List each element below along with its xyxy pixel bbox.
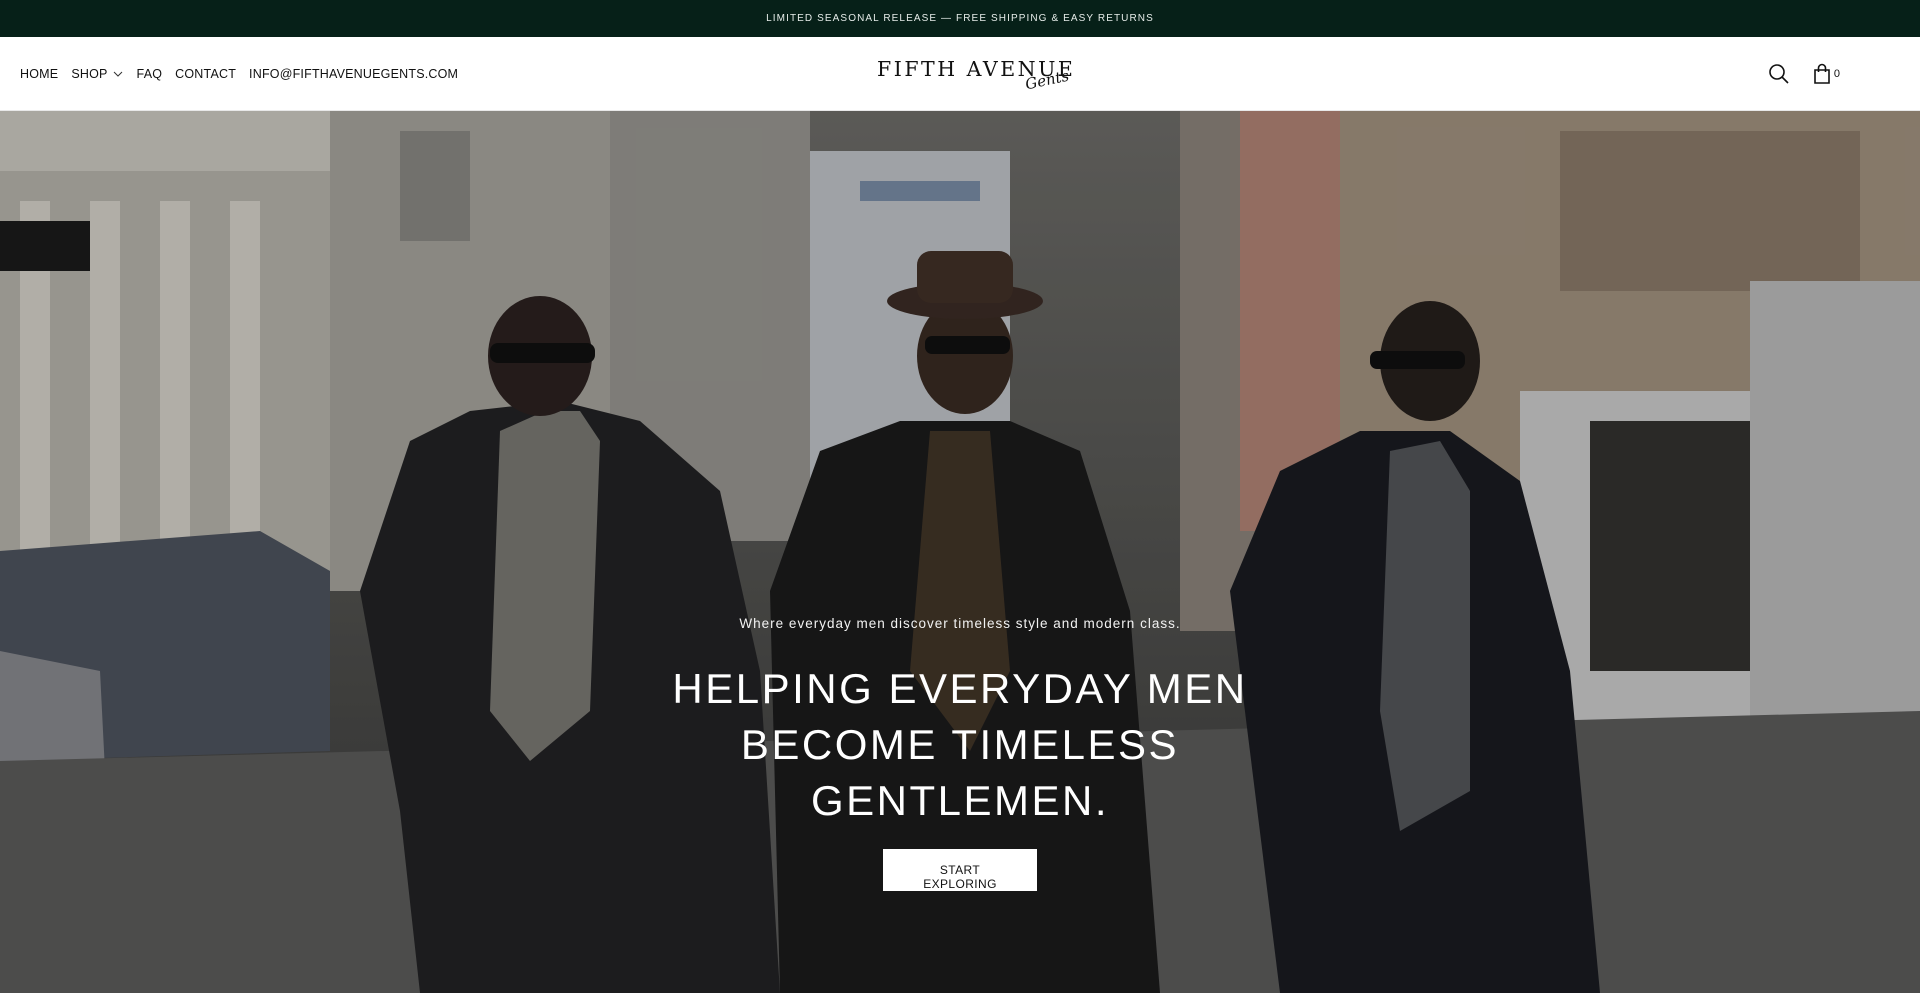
- start-exploring-button[interactable]: START EXPLORING: [883, 849, 1037, 891]
- nav-email-label: INFO@FIFTHAVENUEGENTS.COM: [249, 67, 459, 81]
- cart-button[interactable]: 0: [1812, 63, 1840, 85]
- announcement-bar: LIMITED SEASONAL RELEASE — FREE SHIPPING…: [0, 0, 1920, 37]
- nav-faq[interactable]: FAQ: [137, 67, 163, 81]
- nav-email-link[interactable]: INFO@FIFTHAVENUEGENTS.COM: [249, 67, 458, 81]
- main-nav: HOME SHOP FAQ CONTACT INFO@FIFTHAVENUEGE…: [20, 37, 458, 111]
- hero-tagline: Where everyday men discover timeless sty…: [739, 616, 1181, 631]
- nav-faq-label: FAQ: [136, 67, 163, 81]
- nav-home[interactable]: HOME: [20, 67, 58, 81]
- announcement-text: LIMITED SEASONAL RELEASE — FREE SHIPPING…: [766, 13, 1154, 24]
- nav-contact-label: CONTACT: [175, 67, 237, 81]
- search-button[interactable]: [1768, 63, 1790, 85]
- hero-banner: Where everyday men discover timeless sty…: [0, 111, 1920, 993]
- hero-headline: HELPING EVERYDAY MEN BECOME TIMELESS GEN…: [672, 665, 1248, 824]
- brand-logo[interactable]: FIFTH AVENUE Gents: [877, 57, 1073, 93]
- site-header: HOME SHOP FAQ CONTACT INFO@FIFTHAVENUEGE…: [0, 37, 1920, 111]
- nav-home-label: HOME: [20, 67, 59, 81]
- chevron-down-icon: [113, 71, 122, 77]
- cart-count: 0: [1833, 68, 1840, 80]
- search-icon: [1769, 64, 1789, 84]
- nav-shop[interactable]: SHOP: [71, 67, 123, 81]
- nav-shop-label: SHOP: [71, 67, 108, 81]
- header-icons: 0: [1768, 37, 1840, 111]
- shopping-bag-icon: [1814, 63, 1830, 84]
- hero-content: Where everyday men discover timeless sty…: [0, 616, 1920, 893]
- nav-contact[interactable]: CONTACT: [175, 67, 236, 81]
